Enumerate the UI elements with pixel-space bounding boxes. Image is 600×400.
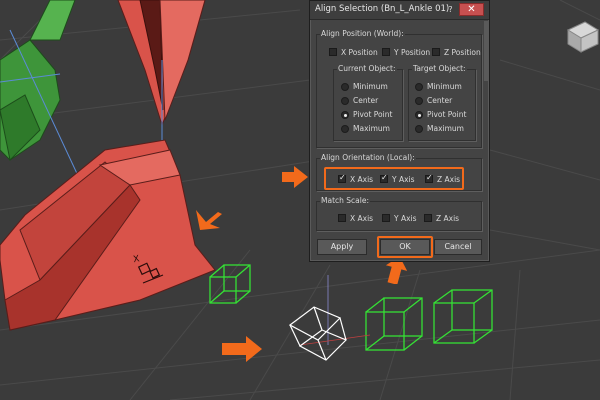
scale-z-axis-checkbox[interactable] <box>424 214 432 222</box>
current-object-radio-pivot-point[interactable] <box>341 111 349 119</box>
dialog-scrollbar[interactable] <box>484 21 489 81</box>
z-position-checkbox[interactable] <box>432 48 440 56</box>
target-object-radio-center[interactable] <box>415 97 423 105</box>
x-position-checkbox[interactable] <box>329 48 337 56</box>
x-position-label: X Position <box>341 48 378 57</box>
green-bone[interactable] <box>0 0 81 181</box>
target-object-label: Target Object: <box>412 64 467 73</box>
annotation-arrow-foot <box>196 210 222 230</box>
scale-x-axis-label: X Axis <box>350 214 374 223</box>
scale-y-axis-label: Y Axis <box>394 214 417 223</box>
target-object-radio-pivot-point[interactable] <box>415 111 423 119</box>
current-object-option-label: Center <box>353 96 379 105</box>
target-object-radio-minimum[interactable] <box>415 83 423 91</box>
target-object-option-label: Maximum <box>427 124 464 133</box>
current-object-option-label: Pivot Point <box>353 110 393 119</box>
current-object-radio-maximum[interactable] <box>341 125 349 133</box>
dialog-title: Align Selection (Bn_L_Ankle 01) <box>315 4 450 14</box>
scale-z-axis-label: Z Axis <box>436 214 460 223</box>
current-object-option-label: Maximum <box>353 124 390 133</box>
current-object-radio-minimum[interactable] <box>341 83 349 91</box>
close-button[interactable]: ✕ <box>459 3 484 16</box>
target-object-option-label: Center <box>427 96 453 105</box>
align-position-label: Align Position (World): <box>320 29 405 38</box>
y-position-label: Y Position <box>394 48 431 57</box>
current-object-option-label: Minimum <box>353 82 388 91</box>
match-scale-label: Match Scale: <box>320 196 370 205</box>
ok-highlight-box <box>377 236 433 258</box>
red-foot-bone[interactable] <box>0 139 216 331</box>
current-object-radio-center[interactable] <box>341 97 349 105</box>
z-position-label: Z Position <box>444 48 481 57</box>
align-selection-dialog: Align Selection (Bn_L_Ankle 01) ? ✕ Alig… <box>309 0 490 262</box>
target-object-radio-maximum[interactable] <box>415 125 423 133</box>
cancel-button[interactable]: Cancel <box>434 239 482 255</box>
view-cube-icon[interactable] <box>566 21 600 53</box>
red-upper-bone[interactable] <box>117 0 206 150</box>
scale-y-axis-checkbox[interactable] <box>382 214 390 222</box>
y-position-checkbox[interactable] <box>382 48 390 56</box>
target-object-option-label: Minimum <box>427 82 462 91</box>
screenshot-stage: X Align Selection (Bn_L_Ankle 01) ? ✕ Al… <box>0 0 600 400</box>
help-button[interactable]: ? <box>445 4 456 16</box>
align-orientation-label: Align Orientation (Local): <box>320 153 416 162</box>
dialog-titlebar[interactable]: Align Selection (Bn_L_Ankle 01) ? ✕ <box>310 1 489 20</box>
white-wire-box[interactable] <box>288 275 371 361</box>
scale-x-axis-checkbox[interactable] <box>338 214 346 222</box>
annotation-arrow-white-box <box>222 336 262 362</box>
orientation-highlight-box <box>324 167 464 190</box>
current-object-label: Current Object: <box>337 64 397 73</box>
apply-button[interactable]: Apply <box>317 239 367 255</box>
annotation-arrow-orientation <box>282 166 308 188</box>
target-object-option-label: Pivot Point <box>427 110 467 119</box>
3d-viewport[interactable]: X <box>0 0 600 400</box>
